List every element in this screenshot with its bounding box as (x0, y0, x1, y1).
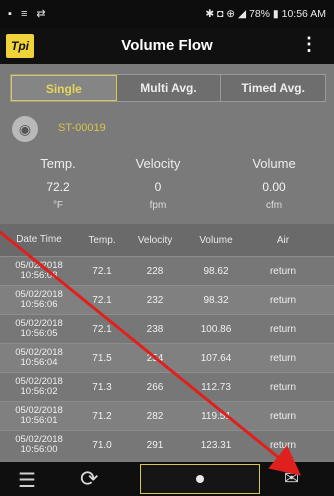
row-temp: 72.1 (92, 265, 112, 277)
volume-readout: Volume 0.00 cfm (224, 156, 324, 211)
device-probe-icon: ◉ (12, 116, 38, 142)
table-row[interactable]: 05/02/2018 10:56:04 71.5 254 107.64 return (0, 343, 334, 372)
row-volume: 123.31 (200, 439, 232, 451)
status-bar-right: ✱ ◘ ⊕ ◢ 78% ▮ 10:56 AM (205, 8, 326, 20)
row-date-time: 05/02/2018 10:56:00 (15, 434, 63, 455)
record-button[interactable] (140, 464, 260, 494)
row-air: return (269, 439, 297, 451)
record-dot-icon (196, 475, 204, 483)
mode-tabs: Single Multi Avg. Timed Avg. (10, 74, 326, 102)
header-volume: Volume (199, 234, 233, 246)
temp-value: 72.2 (46, 180, 70, 194)
status-bar-left-icons: ▪ ≡ ⇄ (8, 8, 49, 20)
table-row[interactable]: 05/02/2018 10:56:08 72.1 228 98.62 return (0, 256, 334, 285)
row-date-time: 05/02/2018 10:56:06 (15, 289, 63, 310)
row-temp: 71.3 (92, 381, 112, 393)
row-volume: 98.62 (203, 265, 229, 277)
row-date-time: 05/02/2018 10:56:05 (15, 318, 63, 339)
table-row[interactable]: 05/02/2018 10:56:06 72.1 232 98.32 return (0, 285, 334, 314)
list-icon[interactable]: ☰ (18, 468, 36, 493)
row-velocity: 266 (146, 381, 164, 393)
volume-label: Volume (252, 156, 296, 171)
velocity-label: Velocity (135, 156, 181, 171)
device-name: ST-00019 (58, 122, 106, 134)
velocity-readout: Velocity 0 fpm (108, 156, 208, 211)
temp-label: Temp. (40, 156, 76, 171)
row-air: return (269, 294, 297, 306)
row-velocity: 238 (146, 323, 164, 335)
table-row[interactable]: 05/02/2018 10:56:01 71.2 282 119.51 return (0, 401, 334, 430)
velocity-unit: fpm (149, 200, 167, 211)
row-velocity: 228 (146, 265, 164, 277)
table-row[interactable]: 05/02/2018 10:56:00 71.0 291 123.31 return (0, 430, 334, 459)
reading-summary: Temp. 72.2 °F Velocity 0 fpm Volume 0.00… (0, 156, 334, 216)
temp-readout: Temp. 72.2 °F (8, 156, 108, 211)
row-temp: 71.0 (92, 439, 112, 451)
table-header: Date Time Temp. Velocity Volume Air (0, 224, 334, 256)
velocity-value: 0 (154, 180, 162, 194)
row-air: return (269, 323, 297, 335)
row-velocity: 232 (146, 294, 164, 306)
row-velocity: 282 (146, 410, 164, 422)
row-temp: 71.2 (92, 410, 112, 422)
row-date-time: 05/02/2018 10:56:02 (15, 376, 63, 397)
row-air: return (269, 410, 297, 422)
row-date-time: 05/02/2018 10:56:01 (15, 405, 63, 426)
device-row[interactable]: ◉ ST-00019 (12, 116, 312, 142)
row-volume: 112.73 (201, 381, 231, 393)
row-volume: 107.64 (200, 352, 232, 364)
row-temp: 71.5 (92, 352, 112, 364)
table-body: 05/02/2018 10:56:08 72.1 228 98.62 return 05/… (0, 256, 334, 459)
row-velocity: 291 (146, 439, 164, 451)
tab-single[interactable]: Single (11, 75, 117, 101)
tab-multi-avg[interactable]: Multi Avg. (117, 75, 222, 101)
status-bar: ▪ ≡ ⇄ ✱ ◘ ⊕ ◢ 78% ▮ 10:56 AM (0, 0, 334, 28)
row-volume: 100.86 (200, 323, 232, 335)
row-velocity: 254 (146, 352, 164, 364)
row-air: return (269, 265, 297, 277)
header-velocity: Velocity (137, 234, 173, 246)
mail-icon[interactable]: ✉ (284, 468, 299, 489)
row-volume: 119.51 (201, 410, 231, 422)
row-date-time: 05/02/2018 10:56:04 (15, 347, 63, 368)
row-air: return (269, 381, 297, 393)
readings-table: Date Time Temp. Velocity Volume Air 05/0… (0, 224, 334, 459)
tab-timed-avg[interactable]: Timed Avg. (221, 75, 325, 101)
overflow-menu-icon[interactable]: ⋮ (300, 34, 318, 55)
row-air: return (269, 352, 297, 364)
refresh-icon[interactable]: ⟳ (80, 466, 98, 492)
app-bar: Tpi Volume Flow ⋮ (0, 28, 334, 64)
row-temp: 72.1 (92, 323, 112, 335)
row-volume: 98.32 (203, 294, 229, 306)
header-temp: Temp. (88, 234, 116, 246)
table-row[interactable]: 05/02/2018 10:56:05 72.1 238 100.86 return (0, 314, 334, 343)
row-date-time: 05/02/2018 10:56:08 (15, 260, 63, 281)
volume-value: 0.00 (262, 180, 286, 194)
bottom-bar: ☰ ⟳ ✉ (0, 462, 334, 496)
volume-unit: cfm (265, 200, 283, 211)
row-temp: 72.1 (92, 294, 112, 306)
table-row[interactable]: 05/02/2018 10:56:02 71.3 266 112.73 return (0, 372, 334, 401)
header-date-time: Date Time (16, 234, 62, 245)
main-panel: Single Multi Avg. Timed Avg. ◉ ST-00019 … (0, 64, 334, 462)
page-title: Volume Flow (121, 37, 213, 54)
temp-unit: °F (52, 200, 64, 211)
header-air: Air (276, 234, 290, 246)
